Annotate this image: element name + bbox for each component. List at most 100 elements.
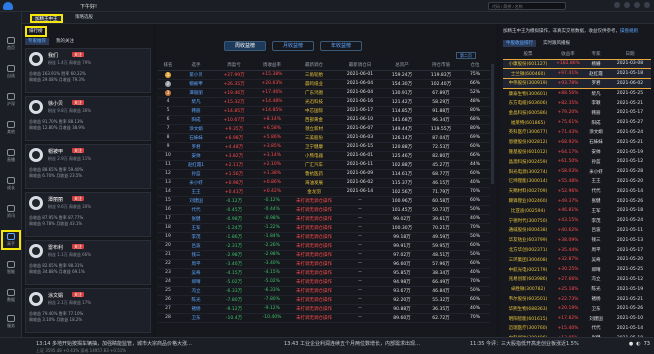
- expert-card[interactable]: 雷布利 关注 粉丝 1.1万 周收益 66% 总收益 82.65% 胜率 98.…: [25, 240, 151, 285]
- table-row[interactable]: 3 潭丽丽 +19.46万 +17.46% 广东鸿图 2021-06-04 130.91万 6…: [158, 88, 490, 98]
- tray-icon[interactable]: ●: [629, 341, 633, 347]
- sidebar-item-service[interactable]: 服务: [1, 312, 21, 332]
- stock-row[interactable]: 东方电缆(603606) +82.35% 李颖 2021-05-21: [503, 98, 651, 108]
- sidebar-item-other[interactable]: 其他: [1, 118, 21, 138]
- rules-link[interactable]: 操盘规则: [620, 29, 638, 34]
- stock-row[interactable]: 英科医疗(300677) +71.43% 涂文娟 2021-05-24: [503, 128, 651, 138]
- minimize-icon[interactable]: [624, 2, 630, 8]
- stock-row[interactable]: 晶澳科技(002459) +61.50% 孙蓝 2021-05-12: [503, 157, 651, 167]
- tab-jiajing[interactable]: 加精王中王: [30, 14, 63, 23]
- table-row[interactable]: 21 钱三 -2.98万 -2.98% 未打调无调仓操作 -- 97.02万 48.51万 50…: [158, 250, 490, 260]
- table-row[interactable]: 13 米小虾 +0.98万 +0.86% 海油发展 2021-06-02 115.37万 46…: [158, 178, 490, 188]
- stock-row[interactable]: 亿纬锂能(300014) +55.48% 王王 2021-05-20: [503, 177, 651, 187]
- follow-button[interactable]: 关注: [72, 52, 84, 57]
- user-icon[interactable]: [614, 2, 620, 8]
- column-header[interactable]: 日期: [609, 50, 651, 59]
- tray-icon[interactable]: ◐: [636, 341, 640, 347]
- column-header[interactable]: 周收益率: [254, 61, 290, 71]
- expert-card[interactable]: 徐小贝 关注 粉丝 9.8万 周收益 36% 总收益 91.70% 胜率 88.…: [25, 96, 151, 141]
- stock-row[interactable]: 北方华创(002371) +35.44% 周平 2021-05-17: [503, 245, 651, 255]
- column-header[interactable]: 专家: [583, 50, 609, 59]
- table-row[interactable]: 16 代代 -0.45万 -0.44% 未打调无调仓操作 -- 101.45万 50.73万 5…: [158, 205, 490, 215]
- stock-row[interactable]: 福莱特(601865) +75.61% 阳成 2021-05-27: [503, 118, 651, 128]
- table-row[interactable]: 17 张健 -0.98万 -0.98% 未打调无调仓操作 -- 99.02万 39.61万 40…: [158, 214, 490, 224]
- column-header[interactable]: 最新调仓: [290, 61, 338, 71]
- table-row[interactable]: 7 涂文娟 +9.35万 +6.58% 领立新材 2021-06-07 149.44万 119…: [158, 124, 490, 134]
- stock-row[interactable]: 赣锋锂业(002460) +49.37% 张健 2021-05-26: [503, 196, 651, 206]
- table-row[interactable]: 24 郑晴 -5.02万 -5.02% 未打调无调仓操作 -- 94.98万 66.49万 70…: [158, 277, 490, 287]
- sidebar-item-smart[interactable]: 智能: [1, 258, 21, 278]
- column-header[interactable]: 收益率: [553, 50, 583, 59]
- follow-button[interactable]: 关注: [72, 292, 84, 297]
- table-row[interactable]: 4 柴凡 +15.32万 +14.48% 光迅科技 2021-06-16 121.42万 58…: [158, 97, 490, 107]
- table-row[interactable]: 14 王王 +0.43万 +0.42% 金龙羽 2021-06-14 102.56万 71.7…: [158, 187, 490, 197]
- sidebar-item-hushen[interactable]: 沪深: [1, 90, 21, 110]
- stock-row[interactable]: 兆易创新(603986) +27.66% 冯立 2021-05-12: [503, 275, 651, 285]
- column-header[interactable]: 总资产: [382, 61, 422, 71]
- stock-row[interactable]: 卓胜微(300782) +25.18% 陈光 2021-05-19: [503, 284, 651, 294]
- table-row[interactable]: 18 王军 -1.24万 -1.22% 未打调无调仓操作 -- 100.30万 70.21万 7…: [158, 223, 490, 233]
- stock-row[interactable]: 比亚迪(002594) +46.81% 王军 2021-05-18: [503, 206, 651, 216]
- column-header[interactable]: 最新调仓日: [338, 61, 382, 71]
- table-row[interactable]: 11 赵红霞1 +2.11万 +2.10% 广汇汽车 2021-06-11 102.88万 4…: [158, 160, 490, 170]
- stock-row[interactable]: 宁德时代(300750) +43.15% 李茂 2021-05-24: [503, 216, 651, 226]
- stock-row[interactable]: 康泰生物(300601) +88.56% 柴凡 2021-05-25: [503, 88, 651, 98]
- stock-row[interactable]: 天赐材料(002709) +52.96% 代代 2021-05-14: [503, 186, 651, 196]
- column-header[interactable]: 股票: [503, 50, 553, 59]
- expert-card[interactable]: 涂文娟 关注 粉丝 2.1万 周收益 17% 总收益 79.40% 胜率 77.…: [25, 288, 151, 333]
- maximize-icon[interactable]: [634, 2, 640, 8]
- table-row[interactable]: 20 吕波 -2.31万 -2.26% 未打调无调仓操作 -- 99.91万 59.95万 60…: [158, 241, 490, 251]
- table-row[interactable]: 9 罗君 +4.48万 +3.85% 卫宁健康 2021-06-15 120.88万 72.5…: [158, 142, 490, 152]
- stock-row[interactable]: 三环集团(300408) +32.87% 吴奇 2021-05-20: [503, 255, 651, 265]
- tab-stock-return[interactable]: 牛股收益排行: [503, 40, 536, 47]
- follow-button[interactable]: 关注: [72, 196, 84, 201]
- ticker-item[interactable]: 11:35 今评：三大股指低开高走创业板涨近1.5%: [470, 340, 590, 347]
- tab-strategy[interactable]: 策略选股: [72, 14, 96, 23]
- table-row[interactable]: 23 吴奇 -4.15万 -4.15% 未打调无调仓操作 -- 95.85万 38.34万 40…: [158, 268, 490, 278]
- tab-ranking[interactable]: 排行榜: [25, 26, 47, 37]
- stock-row[interactable]: 士兰微(600460) +97.41% 赵红霞 2021-05-18: [503, 68, 651, 80]
- table-row[interactable]: 26 陈光 -7.80万 -7.80% 未打调无调仓操作 -- 92.20万 55.32万 60…: [158, 295, 490, 305]
- sidebar-item-expert[interactable]: 高手: [1, 230, 21, 250]
- table-row[interactable]: 10 安帅 +3.82万 +3.14% 小熊电器 2021-06-01 125.46万 82.…: [158, 151, 490, 161]
- stock-row[interactable]: 迈瑞医疗(300760) +15.40% 代代 2021-05-14: [503, 324, 651, 334]
- stock-row[interactable]: 阳光电源(300274) +58.03% 米小虾 2021-05-28: [503, 167, 651, 177]
- tab-live-follow[interactable]: 实时跟风播报: [540, 40, 573, 47]
- table-row[interactable]: 2 帽被甲 +26.35万 +20.63% 晨鸣纸业 2021-06-04 154.30万 1…: [158, 79, 490, 89]
- table-row[interactable]: 5 韩丽 +14.85万 +14.85% 中芯国际 2021-06-17 114.85万 91…: [158, 106, 490, 116]
- follow-button[interactable]: 关注: [72, 148, 84, 153]
- sidebar-item-home[interactable]: 首页: [1, 34, 21, 54]
- search-input[interactable]: [488, 2, 566, 10]
- ticker-item[interactable]: 13:14 多地开始按揭车辆抽，加强睛能监管，城市大宗商品价格大涨…: [36, 340, 192, 347]
- table-row[interactable]: 25 冯立 -6.33万 -6.33% 未打调无调仓操作 -- 93.67万 46.84万 50…: [158, 286, 490, 296]
- column-header[interactable]: 持仓市值: [422, 61, 460, 71]
- table-row[interactable]: 19 李茂 -1.86万 -1.84% 未打调无调仓操作 -- 99.18万 49.59万 50…: [158, 232, 490, 242]
- table-row[interactable]: 8 石妹妹 +6.98万 +5.86% 三美股份 2021-06-03 126.14万 87.…: [158, 133, 490, 143]
- page-select[interactable]: 第二页: [456, 52, 476, 59]
- sidebar-item-live[interactable]: 直播: [1, 146, 21, 166]
- tab-year[interactable]: 年收益榜: [320, 41, 362, 51]
- column-header[interactable]: 仓位: [460, 61, 490, 71]
- expert-card[interactable]: 我们 关注 粉丝 1.4万 周收益 79% 总收益 163.91% 胜率 60.…: [25, 48, 151, 93]
- tab-month[interactable]: 月收益榜: [272, 41, 314, 51]
- table-row[interactable]: 28 卫东 -10.4万 -10.40% 未打调无调仓操作 -- 89.60万 62.72万 7…: [158, 313, 490, 323]
- column-header[interactable]: 选手: [178, 61, 214, 71]
- close-icon[interactable]: [644, 2, 650, 8]
- ticker-item[interactable]: 13:43 工业企业利润连续五个月两位数增长，内部需求出现…: [284, 340, 420, 347]
- sidebar-item-news[interactable]: 资讯: [1, 202, 21, 222]
- sidebar-item-watchlist[interactable]: 自选: [1, 62, 21, 82]
- tab-following[interactable]: 我的关注: [53, 38, 77, 45]
- scrollbar[interactable]: [491, 64, 494, 184]
- follow-button[interactable]: 关注: [72, 244, 84, 249]
- stock-row[interactable]: 华友钴业(603799) +38.09% 钱三 2021-05-13: [503, 235, 651, 245]
- expert-card[interactable]: 帽被甲 关注 粉丝 2.9万 周收益 11% 总收益 88.65% 胜率 59.…: [25, 144, 151, 189]
- stock-row[interactable]: 中伟股份(300919) +93.78% 罗君 2021-06-02: [503, 78, 651, 89]
- table-row[interactable]: 6 阳成 +10.67万 +8.14% 西部黄金 2021-06-10 141.68万 96.…: [158, 115, 490, 125]
- follow-button[interactable]: 关注: [72, 100, 84, 105]
- column-header[interactable]: 周盈亏: [214, 61, 254, 71]
- stock-row[interactable]: 明阳智能(601615) +17.82% 刘建国 2021-05-10: [503, 314, 651, 324]
- sidebar-item-growth[interactable]: 成长: [1, 174, 21, 194]
- tab-recommended[interactable]: 专家推荐: [25, 38, 49, 45]
- table-row[interactable]: 15 刘建国 -0.12万 -0.12% 未打调无调仓操作 -- 100.96万 60.58万…: [158, 196, 490, 206]
- tab-week[interactable]: 周收益榜: [224, 41, 266, 51]
